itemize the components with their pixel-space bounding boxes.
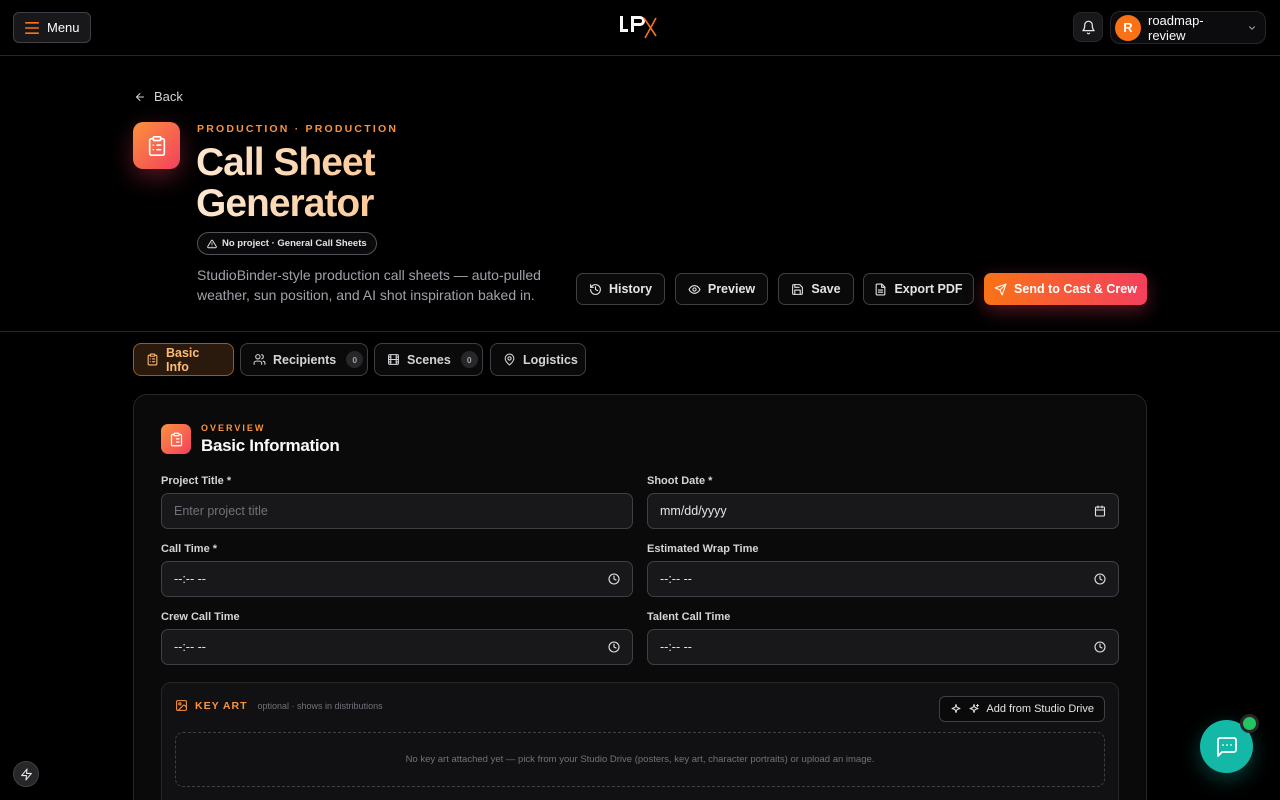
back-link[interactable]: Back [134,89,183,104]
chevron-down-icon [1247,23,1257,33]
bell-icon [1081,20,1096,35]
clock-icon[interactable] [1094,641,1106,653]
tab-count-badge: 0 [460,351,478,368]
project-title-placeholder: Enter project title [174,504,268,518]
warning-icon [207,239,217,249]
tab-label: Logistics [523,352,578,367]
export-pdf-label: Export PDF [894,282,963,296]
clock-icon[interactable] [1094,573,1106,585]
page-title: Call Sheet Generator [196,142,556,224]
crew-call-label: Crew Call Time [161,611,240,623]
file-text-icon [874,283,887,296]
shoot-date-value: mm/dd/yyyy [660,504,727,518]
send-icon [994,283,1007,296]
map-pin-icon [503,353,516,366]
send-to-cast-crew-button[interactable]: Send to Cast & Crew [984,273,1147,305]
tab-label: Recipients [273,352,337,367]
wrap-time-value: --:-- -- [660,572,692,586]
call-time-label: Call Time * [161,543,218,555]
online-status-dot [1240,714,1259,733]
calendar-icon[interactable] [1094,505,1106,517]
page-description: StudioBinder-style production call sheet… [197,267,541,303]
save-label: Save [811,282,841,296]
clock-icon[interactable] [608,641,620,653]
card-eyebrow: OVERVIEW [201,423,266,433]
header-divider [0,331,1280,332]
user-name: roadmap-review [1148,12,1204,43]
wrap-time-label: Estimated Wrap Time [647,543,759,555]
project-badge[interactable]: No project · General Call Sheets [197,232,377,255]
add-from-studio-drive-label: Add from Studio Drive [986,703,1094,715]
menu-label: Menu [47,20,80,35]
clipboard-icon [161,424,191,454]
tab-label: Scenes [407,352,451,367]
tab-logistics[interactable]: Logistics [490,343,586,376]
key-art-note: optional · shows in distributions [257,700,383,711]
key-art-empty-text: No key art attached yet — pick from your… [405,754,875,765]
history-button[interactable]: History [576,273,665,305]
project-title-label: Project Title * [161,475,232,487]
section-eyebrow: PRODUCTION · PRODUCTION [197,123,399,135]
crew-call-value: --:-- -- [174,640,206,654]
talent-call-value: --:-- -- [660,640,692,654]
crew-call-input[interactable]: --:-- -- [161,629,633,665]
users-icon [253,353,266,366]
card-title: Basic Information [201,436,340,455]
key-art-header: KEY ART optional · shows in distribution… [175,699,383,712]
image-icon [175,699,188,712]
key-art-dropzone[interactable]: No key art attached yet — pick from your… [175,732,1105,787]
menu-button[interactable]: Menu [13,12,91,43]
tab-count-badge: 0 [346,351,364,368]
key-art-section: KEY ART optional · shows in distribution… [161,682,1119,800]
talent-call-label: Talent Call Time [647,611,731,623]
shoot-date-label: Shoot Date * [647,475,713,487]
tab-basic-info[interactable]: Basic Info [133,343,234,376]
project-badge-label: No project · General Call Sheets [222,238,367,249]
notifications-button[interactable] [1073,12,1103,42]
clipboard-icon [133,122,180,169]
send-label: Send to Cast & Crew [1014,282,1137,296]
sparkles-icon [950,703,962,715]
quick-actions-button[interactable] [13,761,39,787]
film-icon [387,353,400,366]
save-button[interactable]: Save [778,273,854,305]
add-from-studio-drive-button[interactable]: Add from Studio Drive [939,696,1105,722]
call-time-input[interactable]: --:-- -- [161,561,633,597]
save-icon [791,283,804,296]
user-menu-button[interactable]: R roadmap-review [1110,11,1266,44]
bolt-icon [20,768,33,781]
avatar: R [1115,14,1141,41]
tab-scenes[interactable]: Scenes 0 [374,343,483,376]
call-time-value: --:-- -- [174,572,206,586]
back-label: Back [154,89,183,104]
eye-icon [688,283,701,296]
basic-information-card: OVERVIEW Basic Information Project Title… [133,394,1147,800]
page-title-line-1: Call Sheet [196,141,375,184]
wrap-time-input[interactable]: --:-- -- [647,561,1119,597]
preview-button[interactable]: Preview [675,273,768,305]
top-bar: Menu R roadmap-review [0,0,1280,56]
talent-call-input[interactable]: --:-- -- [647,629,1119,665]
tab-label: Basic Info [166,345,200,374]
hamburger-icon [25,21,39,34]
project-title-input[interactable]: Enter project title [161,493,633,529]
app-logo[interactable] [618,12,662,42]
clock-icon[interactable] [608,573,620,585]
page-title-line-2: Generator [196,182,374,225]
tab-recipients[interactable]: Recipients 0 [240,343,368,376]
sparkles-icon [968,703,980,715]
export-pdf-button[interactable]: Export PDF [863,273,974,305]
clipboard-icon [146,353,159,366]
history-icon [589,283,602,296]
preview-label: Preview [707,282,756,296]
shoot-date-input[interactable]: mm/dd/yyyy [647,493,1119,529]
key-art-title: KEY ART [195,699,248,712]
arrow-left-icon [134,91,146,103]
history-label: History [608,282,653,296]
message-square-icon [1215,735,1239,759]
